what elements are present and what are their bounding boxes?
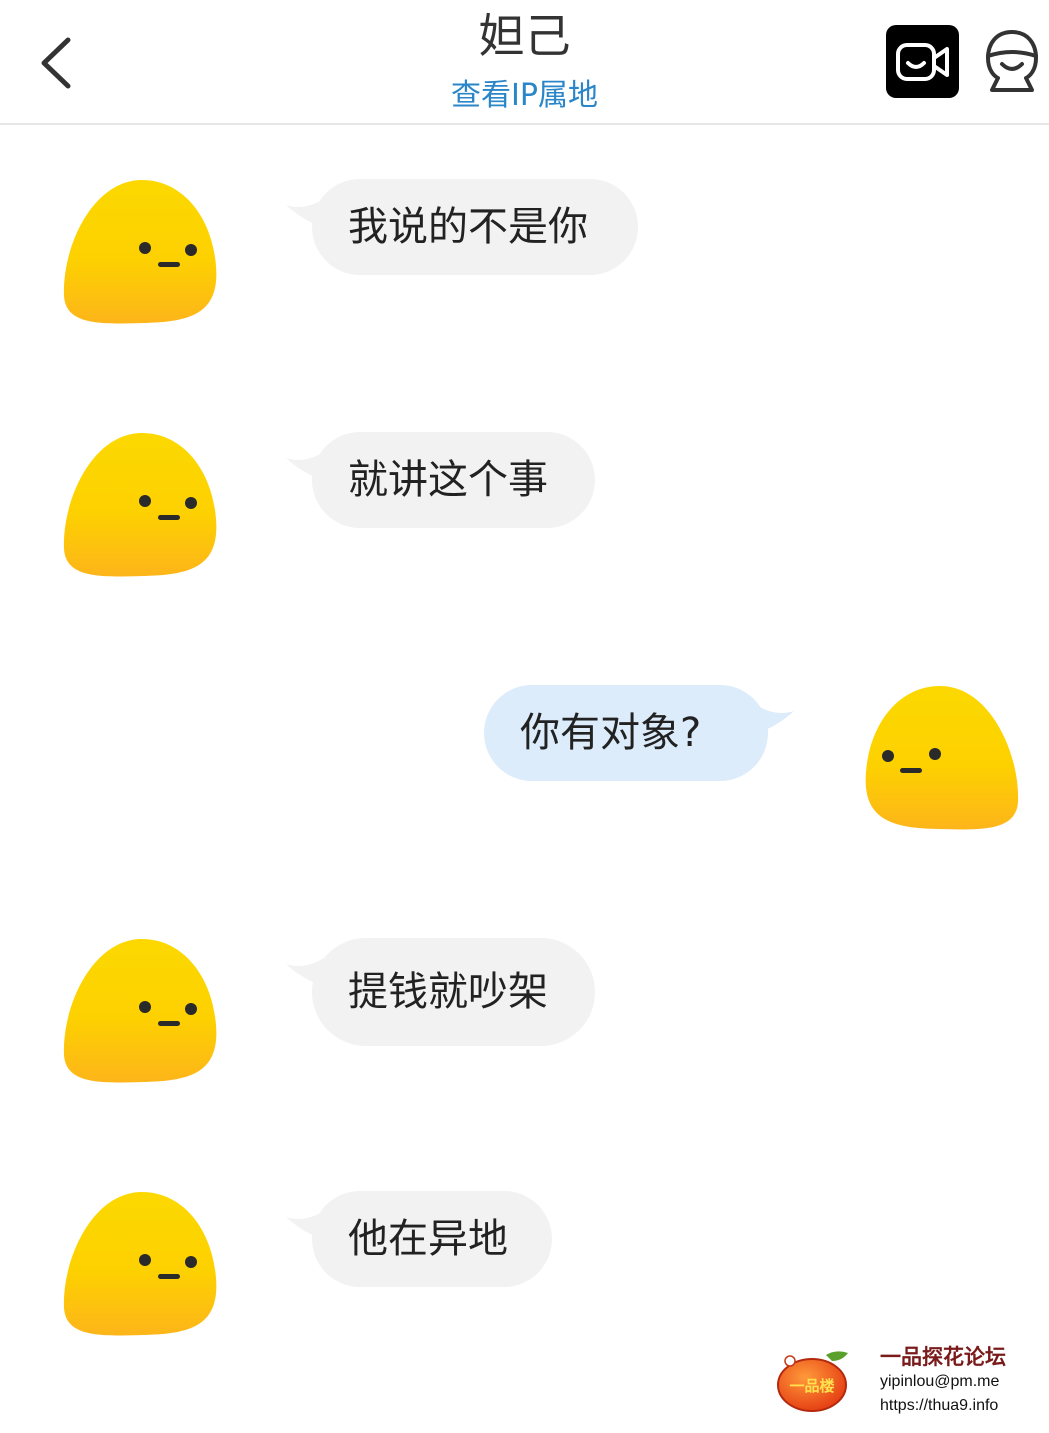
contact-avatar[interactable] [62,1190,222,1340]
profile-icon [986,30,1038,92]
forum-title: 一品探花论坛 [880,1345,1006,1369]
contact-avatar[interactable] [62,431,222,581]
contact-avatar[interactable] [62,178,222,328]
forum-email: yipinlou@pm.me [880,1373,1000,1390]
bubble-tail [748,705,794,735]
forum-url: https://thua9.info [880,1397,999,1414]
chat-header: 妲己 查看IP属地 [0,0,1049,125]
message-bubble-incoming[interactable]: 他在异地 [312,1191,552,1287]
message-bubble-incoming[interactable]: 提钱就吵架 [312,938,595,1046]
forum-logo: 一品楼 [777,1351,848,1412]
video-call-icon [896,43,949,81]
message-bubble-outgoing[interactable]: 你有对象? [484,685,768,781]
contact-avatar[interactable] [62,937,222,1087]
video-call-button[interactable] [886,25,959,98]
forum-watermark: 一品楼 一品探花论坛 yipinlou@pm.me https://thua9.… [776,1343,1046,1423]
svg-text:一品楼: 一品楼 [789,1377,834,1395]
message-bubble-incoming[interactable]: 我说的不是你 [312,179,638,275]
profile-button[interactable] [980,26,1044,98]
my-avatar[interactable] [860,684,1020,834]
message-bubble-incoming[interactable]: 就讲这个事 [312,432,595,528]
